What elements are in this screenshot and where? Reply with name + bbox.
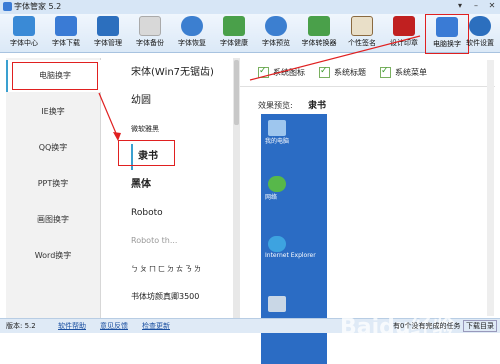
ie-icon — [268, 236, 286, 252]
magnifier-icon — [265, 16, 287, 36]
restore-icon — [181, 16, 203, 36]
system-title-checkbox[interactable]: 系统标题 — [319, 66, 366, 78]
toolbar-manage-button[interactable]: 字体管理 — [86, 16, 130, 52]
toolbar-label: 设计印章 — [390, 39, 418, 47]
toolbar-signature-button[interactable]: 个性签名 — [340, 16, 384, 52]
toolbar-label: 字体备份 — [136, 39, 164, 47]
toolbar-backup-button[interactable]: 字体备份 — [128, 16, 172, 52]
preview-font-name: 隶书 — [308, 101, 327, 111]
font-center-icon — [13, 16, 35, 36]
font-list: 宋体(Win7无锯齿) 幼圆 微软雅黑 隶书 黑体 Roboto Roboto … — [123, 58, 233, 318]
seal-icon — [393, 16, 415, 36]
annotation-box — [118, 140, 175, 166]
check-update-link[interactable]: 检查更新 — [142, 321, 170, 331]
desktop-icon-label: 我的电脑 — [265, 138, 290, 145]
annotation-box — [12, 62, 98, 90]
window-controls: ▾ – ✕ — [455, 1, 497, 11]
toolbar-label: 字体管理 — [94, 39, 122, 47]
toolbar-restore-button[interactable]: 字体恢复 — [170, 16, 214, 52]
signature-icon — [351, 16, 373, 36]
preview-label: 效果预览: — [258, 101, 293, 110]
computer-icon — [268, 120, 286, 136]
font-item[interactable]: Roboto th... — [131, 228, 233, 254]
checkbox-label: 系统图标 — [273, 68, 305, 77]
divider — [240, 86, 495, 87]
desktop-icon-label: 网络 — [265, 194, 278, 201]
close-icon[interactable]: ✕ — [487, 1, 497, 11]
recycle-bin-icon — [268, 296, 286, 312]
preview-panel: 系统图标 系统标题 系统菜单 效果预览: 隶书 我的电脑 网络 Internet… — [240, 58, 495, 364]
toolbar-label: 字体转换器 — [301, 39, 337, 47]
toolbar-font-center-button[interactable]: 字体中心 — [2, 16, 46, 52]
desktop-icon-label: Internet Explorer — [265, 252, 316, 259]
title-bar: 字体管家 5.2 ▾ – ✕ — [0, 0, 500, 14]
font-item[interactable]: 宋体(Win7无锯齿) — [131, 60, 233, 86]
help-link[interactable]: 软件帮助 — [58, 321, 86, 331]
font-list-scrollbar[interactable] — [233, 58, 240, 318]
toolbar-seal-button[interactable]: 设计印章 — [382, 16, 426, 52]
download-dir-button[interactable]: 下载目录 — [463, 320, 497, 332]
pc-font-icon — [436, 17, 458, 37]
toolbar-download-button[interactable]: 字体下载 — [44, 16, 88, 52]
font-item[interactable]: ㄅㄆㄇㄈㄉㄊㄋㄌ — [131, 256, 233, 282]
desktop-icon-ie: Internet Explorer — [265, 236, 327, 259]
category-sidebar: 电脑换字 IE换字 QQ换字 PPT换字 画图换字 Word换字 — [6, 58, 102, 318]
font-item[interactable]: 微软雅黑 — [131, 116, 233, 142]
checkbox-icon — [380, 66, 391, 78]
version-text: 版本: 5.2 — [6, 322, 36, 330]
toolbar-health-button[interactable]: 字体健康 — [212, 16, 256, 52]
gear-icon — [469, 16, 491, 36]
toolbar: 字体中心 字体下载 字体管理 字体备份 字体恢复 字体健康 字体预览 字体转换器… — [0, 14, 500, 54]
scrollbar-thumb[interactable] — [234, 60, 239, 125]
desktop-icon-network: 网络 — [265, 176, 327, 201]
toolbar-label: 软件设置 — [466, 39, 494, 47]
desktop-icon-my-computer: 我的电脑 — [265, 120, 327, 145]
toolbar-preview-button[interactable]: 字体预览 — [254, 16, 298, 52]
status-bar: 版本: 5.2 软件帮助 意见反馈 检查更新 Baidu经验 有0个没有完成的任… — [0, 315, 500, 340]
health-icon — [223, 16, 245, 36]
toolbar-settings-button[interactable]: 软件设置 — [458, 16, 500, 52]
checkbox-label: 系统标题 — [334, 68, 366, 77]
network-icon — [268, 176, 286, 192]
sidebar-item-word[interactable]: Word换字 — [6, 240, 100, 272]
font-item[interactable]: 幼圆 — [131, 88, 233, 114]
checkbox-icon — [258, 66, 269, 78]
font-item[interactable]: 黑体 — [131, 172, 233, 198]
app-window: 字体管家 5.2 ▾ – ✕ 字体中心 字体下载 字体管理 字体备份 字体恢复 — [0, 0, 500, 364]
checkbox-icon — [319, 66, 330, 78]
backup-icon — [139, 16, 161, 36]
desktop-icon-recycle — [265, 296, 327, 312]
option-checkboxes: 系统图标 系统标题 系统菜单 — [258, 66, 427, 78]
menu-icon[interactable]: ▾ — [455, 1, 465, 11]
toolbar-label: 字体中心 — [10, 39, 38, 47]
toolbar-label: 字体预览 — [262, 39, 290, 47]
toolbar-converter-button[interactable]: 字体转换器 — [296, 16, 342, 52]
converter-icon — [308, 16, 330, 36]
font-item[interactable]: 书体坊颜真卿3500 — [131, 284, 233, 310]
sidebar-item-qq[interactable]: QQ换字 — [6, 132, 100, 164]
minimize-icon[interactable]: – — [471, 1, 481, 11]
annotation-arrow — [98, 92, 119, 139]
toolbar-label: 个性签名 — [348, 39, 376, 47]
toolbar-label: 字体下载 — [52, 39, 80, 47]
toolbar-label: 字体恢复 — [178, 39, 206, 47]
app-logo-icon — [3, 2, 12, 11]
sidebar-item-ie[interactable]: IE换字 — [6, 96, 100, 128]
feedback-link[interactable]: 意见反馈 — [100, 321, 128, 331]
task-status: 有0个没有完成的任务 — [393, 322, 461, 330]
window-title: 字体管家 5.2 — [14, 2, 62, 11]
system-menu-checkbox[interactable]: 系统菜单 — [380, 66, 427, 78]
sidebar-item-ppt[interactable]: PPT换字 — [6, 168, 100, 200]
system-icons-checkbox[interactable]: 系统图标 — [258, 66, 305, 78]
checkbox-label: 系统菜单 — [395, 68, 427, 77]
font-manage-icon — [97, 16, 119, 36]
font-item[interactable]: Roboto — [131, 200, 233, 226]
download-icon — [55, 16, 77, 36]
sidebar-item-paint[interactable]: 画图换字 — [6, 204, 100, 236]
toolbar-label: 字体健康 — [220, 39, 248, 47]
preview-scrollbar[interactable] — [487, 60, 494, 316]
